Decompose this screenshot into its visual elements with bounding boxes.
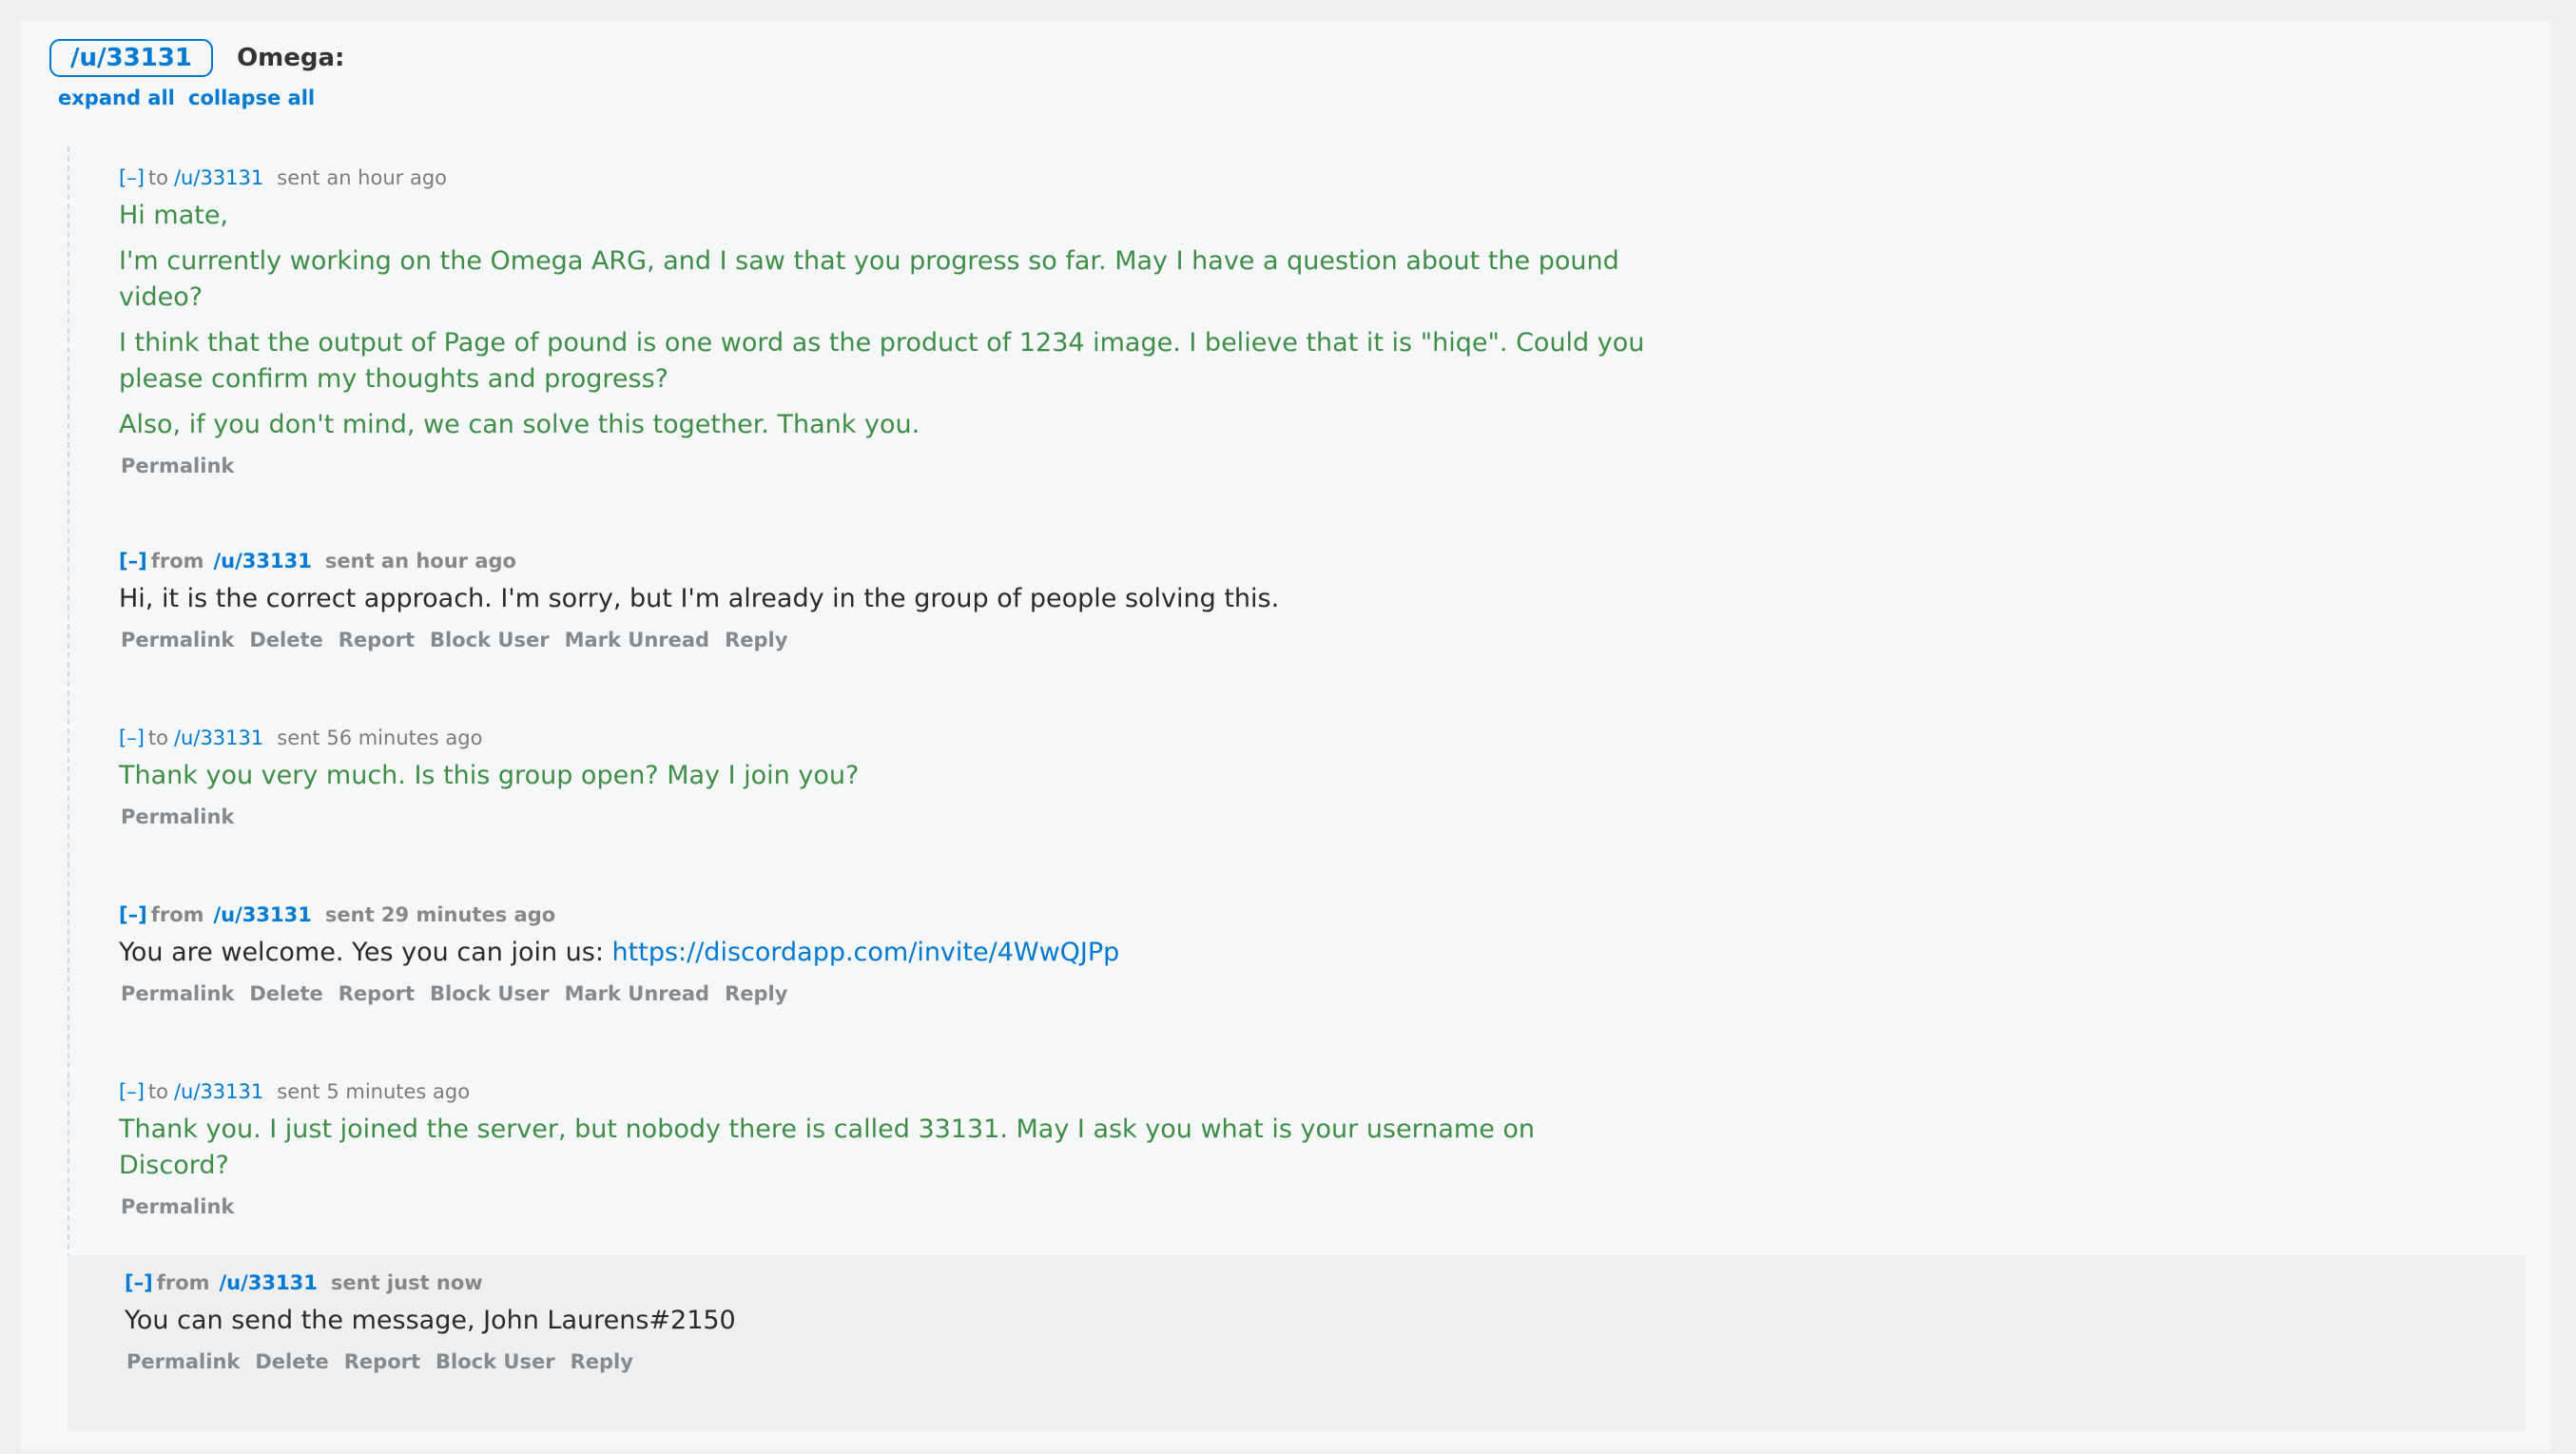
message-actions: Permalink xyxy=(119,1195,2528,1218)
message-timestamp: sent 29 minutes ago xyxy=(324,903,556,926)
user-link-button[interactable]: /u/33131 xyxy=(49,39,213,77)
permalink-button[interactable]: Permalink xyxy=(121,629,234,651)
discord-invite-link[interactable]: https://discordapp.com/invite/4WwQJPp xyxy=(612,938,1120,967)
recipient-link[interactable]: /u/33131 xyxy=(174,1080,263,1103)
report-button[interactable]: Report xyxy=(344,1350,420,1373)
mark-unread-button[interactable]: Mark Unread xyxy=(565,982,710,1005)
message-paragraph: Hi mate, xyxy=(119,201,229,230)
delete-button[interactable]: Delete xyxy=(249,629,322,651)
message-timestamp: sent an hour ago xyxy=(277,166,448,189)
message-timestamp: sent an hour ago xyxy=(324,550,516,572)
message-body: Hi mate, I'm currently working on the Om… xyxy=(119,198,1650,443)
block-user-button[interactable]: Block User xyxy=(430,982,550,1005)
message-paragraph: You can send the message, John Laurens#2… xyxy=(125,1306,736,1335)
message-meta: [–] from/u/33131 sent an hour ago xyxy=(119,549,2528,573)
message-paragraph: I'm currently working on the Omega ARG, … xyxy=(119,246,1619,312)
collapse-toggle[interactable]: [–] xyxy=(119,1080,145,1103)
message-item: [–] from/u/33131 sent 29 minutes ago You a… xyxy=(69,902,2528,1005)
collapse-toggle[interactable]: [–] xyxy=(119,550,147,572)
message-actions: Permalink xyxy=(119,805,2528,828)
message-timestamp: sent 5 minutes ago xyxy=(277,1080,471,1103)
message-body: You are welcome. Yes you can join us: ht… xyxy=(119,935,1650,971)
message-direction: to xyxy=(147,1080,168,1103)
message-text: You are welcome. Yes you can join us: xyxy=(119,938,612,967)
report-button[interactable]: Report xyxy=(339,629,415,651)
report-button[interactable]: Report xyxy=(339,982,415,1005)
message-direction: from xyxy=(150,550,204,572)
recipient-link[interactable]: /u/33131 xyxy=(174,166,263,189)
recipient-link[interactable]: /u/33131 xyxy=(174,727,263,749)
delete-button[interactable]: Delete xyxy=(255,1350,328,1373)
sender-link[interactable]: /u/33131 xyxy=(220,1271,318,1294)
message-item-highlighted: [–] from/u/33131 sent just now You can sen… xyxy=(68,1255,2526,1431)
permalink-button[interactable]: Permalink xyxy=(121,455,234,477)
message-meta: [–] to/u/33131 sent an hour ago xyxy=(119,165,2528,190)
message-actions: Permalink Delete Report Block User Mark Unre… xyxy=(119,982,2528,1005)
message-body: Thank you very much. Is this group open?… xyxy=(119,758,1650,794)
sender-link[interactable]: /u/33131 xyxy=(214,550,312,572)
message-direction: to xyxy=(147,166,168,189)
message-timestamp: sent 56 minutes ago xyxy=(277,727,483,749)
message-meta: [–] from/u/33131 sent 29 minutes ago xyxy=(119,902,2528,927)
collapse-toggle[interactable]: [–] xyxy=(119,903,147,926)
expand-all-link[interactable]: expand all xyxy=(58,87,175,109)
permalink-button[interactable]: Permalink xyxy=(121,805,234,828)
message-direction: from xyxy=(150,903,204,926)
collapse-toggle[interactable]: [–] xyxy=(119,166,145,189)
message-paragraph: You are welcome. Yes you can join us: ht… xyxy=(119,935,1650,971)
mark-unread-button[interactable]: Mark Unread xyxy=(565,629,710,651)
message-body: You can send the message, John Laurens#2… xyxy=(125,1303,1656,1339)
message-item: [–] to/u/33131 sent 56 minutes ago Thank y… xyxy=(69,726,2528,828)
reply-button[interactable]: Reply xyxy=(571,1350,633,1373)
permalink-button[interactable]: Permalink xyxy=(121,1195,234,1218)
permalink-button[interactable]: Permalink xyxy=(121,982,234,1005)
reply-button[interactable]: Reply xyxy=(725,629,787,651)
block-user-button[interactable]: Block User xyxy=(436,1350,555,1373)
permalink-button[interactable]: Permalink xyxy=(126,1350,240,1373)
message-thread: [–] to/u/33131 sent an hour ago Hi mate, I… xyxy=(68,146,2526,1269)
collapse-toggle[interactable]: [–] xyxy=(119,727,145,749)
message-paragraph: Also, if you don't mind, we can solve th… xyxy=(119,410,920,439)
message-actions: Permalink xyxy=(119,455,2528,477)
delete-button[interactable]: Delete xyxy=(249,982,322,1005)
message-meta: [–] to/u/33131 sent 56 minutes ago xyxy=(119,726,2528,750)
collapse-toggle[interactable]: [–] xyxy=(125,1271,153,1294)
message-paragraph: Thank you. I just joined the server, but… xyxy=(119,1115,1536,1180)
message-paragraph: Thank you very much. Is this group open?… xyxy=(119,761,860,790)
collapse-all-link[interactable]: collapse all xyxy=(188,87,315,109)
message-panel: /u/33131 Omega: expand all collapse all … xyxy=(20,20,2551,1450)
message-paragraph: I think that the output of Page of pound… xyxy=(119,328,1645,394)
message-item: [–] to/u/33131 sent 5 minutes ago Thank yo… xyxy=(69,1079,2528,1218)
message-direction: from xyxy=(156,1271,210,1294)
message-item: [–] from/u/33131 sent an hour ago Hi, it i… xyxy=(69,549,2528,651)
reply-button[interactable]: Reply xyxy=(725,982,787,1005)
message-meta: [–] to/u/33131 sent 5 minutes ago xyxy=(119,1079,2528,1104)
message-item: [–] to/u/33131 sent an hour ago Hi mate, I… xyxy=(69,165,2528,477)
block-user-button[interactable]: Block User xyxy=(430,629,550,651)
message-timestamp: sent just now xyxy=(330,1271,483,1294)
message-body: Hi, it is the correct approach. I'm sorr… xyxy=(119,581,1650,617)
message-meta: [–] from/u/33131 sent just now xyxy=(125,1270,2526,1295)
message-actions: Permalink Delete Report Block User Reply xyxy=(125,1350,2526,1373)
message-actions: Permalink Delete Report Block User Mark Unre… xyxy=(119,629,2528,651)
thread-header: /u/33131 Omega: xyxy=(49,39,344,77)
message-direction: to xyxy=(147,727,168,749)
message-paragraph: Hi, it is the correct approach. I'm sorr… xyxy=(119,584,1280,613)
message-subject: Omega: xyxy=(237,44,345,72)
message-body: Thank you. I just joined the server, but… xyxy=(119,1112,1650,1184)
sender-link[interactable]: /u/33131 xyxy=(214,903,312,926)
